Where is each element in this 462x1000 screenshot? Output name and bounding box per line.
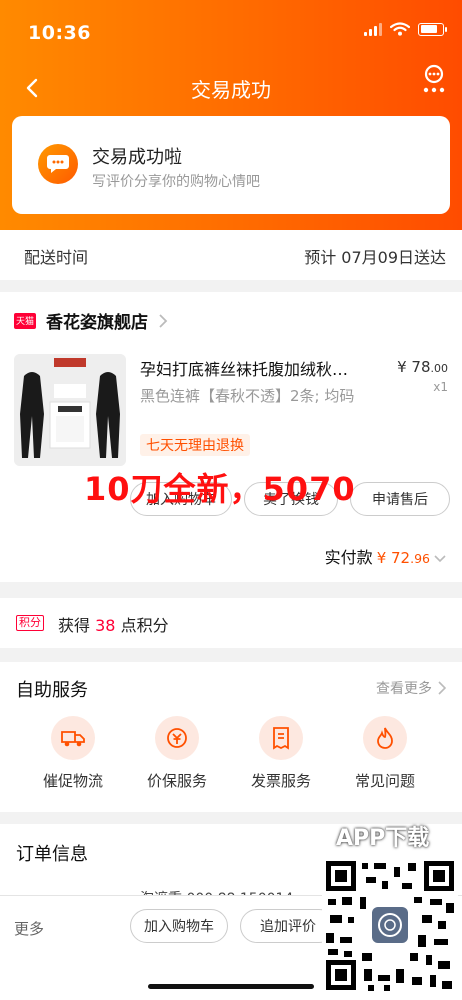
- status-time: 10:36: [28, 22, 91, 44]
- store-name: 香花姿旗舰店: [46, 313, 148, 333]
- points-row: 积分 获得 38 点积分: [0, 598, 462, 648]
- self-service-item-price-protect[interactable]: 价保服务: [131, 716, 223, 791]
- view-more-link[interactable]: 查看更多: [376, 678, 446, 698]
- chevron-down-icon: [434, 555, 446, 563]
- order-card: 天猫 香花姿旗舰店 孕妇打底裤丝袜托腹加绒秋… ¥ 78.00 x1 黑色连裤【…: [0, 292, 462, 582]
- delivery-label: 配送时间: [24, 248, 89, 267]
- battery-icon: [418, 22, 447, 36]
- chevron-right-icon: [159, 313, 168, 328]
- success-subtitle: 写评价分享你的购物心情吧: [92, 174, 260, 190]
- self-service-item-invoice[interactable]: 发票服务: [235, 716, 327, 791]
- order-info-title: 订单信息: [16, 844, 88, 865]
- self-service-title: 自助服务: [16, 680, 88, 701]
- status-bar: 10:36: [0, 0, 462, 64]
- tmall-badge: 天猫: [14, 312, 36, 329]
- product-title[interactable]: 孕妇打底裤丝袜托腹加绒秋…: [140, 356, 376, 380]
- status-icons: [364, 22, 447, 36]
- points-text: 获得 38 点积分: [58, 616, 169, 635]
- message-button[interactable]: [414, 60, 454, 100]
- price-protect-icon: [155, 716, 199, 760]
- product-price: ¥ 78.00: [397, 358, 448, 376]
- self-service-item-faq[interactable]: 常见问题: [339, 716, 431, 791]
- self-service-item-logistics[interactable]: 催促物流: [27, 716, 119, 791]
- overlay-watermark-text: 10刀全新，5070: [84, 470, 356, 508]
- chevron-right-icon: [438, 681, 446, 695]
- product-image[interactable]: [14, 354, 126, 466]
- product-quantity: x1: [433, 380, 448, 394]
- invoice-icon: [259, 716, 303, 760]
- paid-amount: 实付款 ¥ 72.96: [325, 544, 446, 568]
- after-sale-button[interactable]: 申请售后: [350, 482, 450, 516]
- self-service-section: 自助服务 查看更多 催促物流 价保服务 发票服务 常见问题: [0, 662, 462, 812]
- more-dots-icon: [423, 64, 445, 93]
- app-download-overlay: APP下载: [336, 826, 430, 851]
- store-link[interactable]: 天猫 香花姿旗舰店: [14, 308, 168, 333]
- signal-icon: [364, 22, 382, 36]
- delivery-row: 配送时间 预计 07月09日送达: [0, 230, 462, 280]
- wifi-icon: [390, 22, 410, 36]
- page-title: 交易成功: [191, 78, 271, 102]
- points-tag: 积分: [16, 615, 44, 631]
- delivery-value: 预计 07月09日送达: [304, 248, 446, 267]
- qr-code-image: [322, 857, 458, 994]
- success-card[interactable]: 交易成功啦 写评价分享你的购物心情吧: [12, 116, 450, 214]
- truck-icon: [51, 716, 95, 760]
- fire-icon: [363, 716, 407, 760]
- return-policy-tag: 七天无理由退换: [140, 434, 250, 456]
- bottom-add-to-cart-button[interactable]: 加入购物车: [130, 909, 228, 943]
- more-button[interactable]: 更多: [14, 918, 44, 939]
- chat-bubble-icon: [38, 144, 78, 184]
- success-title: 交易成功啦: [92, 147, 182, 168]
- home-indicator: [148, 984, 314, 989]
- product-variant: 黑色连裤【春秋不透】2条; 均码: [140, 387, 355, 405]
